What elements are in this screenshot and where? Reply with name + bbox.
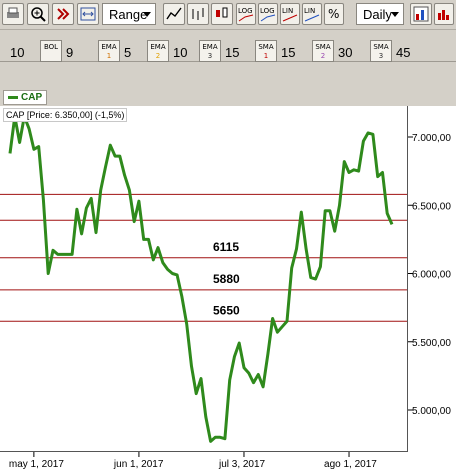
ytick-label-4: 7.000,00 [412,133,451,144]
zoom-value: 10 [10,45,25,60]
period-dropdown[interactable]: Daily [356,3,404,25]
indicator-chart-button[interactable] [410,3,432,25]
indicator-bol-button[interactable]: BOL [40,40,62,62]
indicator-sma2-button[interactable]: SMA 2 [312,40,334,62]
indicator-ema2-button[interactable]: EMA 2 [147,40,169,62]
indicator-sma1-button[interactable]: SMA 1 [255,40,277,62]
svg-text:LIN: LIN [304,7,315,15]
indicator-ema3-value: 15 [225,45,240,60]
svg-text:%: % [328,7,339,21]
xtick-label-2: jul 3, 2017 [218,459,266,470]
indicator-bol-value: 9 [66,45,74,60]
indicator-sma2-value: 30 [338,45,353,60]
fast-forward-button[interactable] [52,3,74,25]
percent-icon: % [328,7,339,21]
xtick-label-3: ago 1, 2017 [324,459,377,470]
print-icon [7,7,19,18]
indicator-ema1-name: EMA [101,43,117,51]
zoom-in-icon [31,7,46,22]
scale-log-alt-button[interactable]: LOG [258,3,278,25]
legend-symbol: CAP [21,92,43,103]
line-chart-button[interactable] [163,3,185,25]
indicator-ema1-value: 5 [124,45,132,60]
lin-scale-icon: LIN [282,7,298,22]
indicator-sma1-name: SMA [258,43,274,51]
svg-text:LOG: LOG [260,7,275,15]
legend-swatch [8,96,18,99]
indicator-panel-icon [413,6,429,22]
chart-area[interactable]: 6115 5880 5650 5.000,00 5.500,00 6.000,00 6.50… [0,106,456,474]
lin-scale-alt-icon: LIN [304,7,320,22]
scale-log-button[interactable]: LOG [236,3,256,25]
period-dropdown-label: Daily [363,6,392,22]
indicator-ema1-button[interactable]: EMA 1 [98,40,120,62]
range-dropdown[interactable]: Range [102,3,156,25]
indicator-sma2-sub: 2 [320,52,326,60]
chevron-down-icon [143,12,151,17]
xtick-label-1: jun 1, 2017 [113,459,164,470]
log-scale-icon: LOG [238,7,254,22]
toolbar-indicators: 10 BOL 9 EMA 1 5 EMA 2 10 EMA 3 15 SMA 1 15 … [0,30,456,62]
series-legend[interactable]: CAP [3,90,48,105]
price-info-label: CAP [Price: 6.350,00] (-1,5%) [3,108,128,122]
candlestick-button[interactable] [211,3,233,25]
indicator-ema3-name: EMA [202,43,218,51]
indicator-ema2-sub: 2 [155,52,161,60]
indicator-sma2-name: SMA [315,43,331,51]
bar-chart-button[interactable] [187,3,209,25]
indicator-ema3-button[interactable]: EMA 3 [199,40,221,62]
indicator-bol-name: BOL [43,43,59,51]
ytick-label-1: 5.500,00 [412,338,451,349]
line-chart-icon [166,7,182,20]
ytick-label-3: 6.500,00 [412,201,451,212]
ytick-label-2: 6.000,00 [412,270,451,281]
indicator-sma3-sub: 3 [378,52,384,60]
range-dropdown-label: Range [109,6,148,22]
histogram-icon [438,10,449,20]
scale-lin-alt-button[interactable]: LIN [302,3,322,25]
indicator-sma1-sub: 1 [263,52,269,60]
indicator-sma3-value: 45 [396,45,411,60]
ytick-label-0: 5.000,00 [412,406,451,417]
log-scale-alt-icon: LOG [260,7,276,22]
double-chevron-right-icon [57,8,70,20]
indicator-ema3-sub: 3 [207,52,213,60]
indicator-ema2-name: EMA [150,43,166,51]
candlestick-icon [216,7,228,18]
scale-lin-button[interactable]: LIN [280,3,300,25]
print-button[interactable] [2,3,24,25]
fit-range-button[interactable] [77,3,99,25]
indicator-sma3-name: SMA [373,43,389,51]
svg-text:LOG: LOG [238,7,253,15]
zoom-in-button[interactable] [27,3,49,25]
percent-scale-button[interactable]: % [324,3,344,25]
indicator-ema1-sub: 1 [106,52,112,60]
histogram-button[interactable] [434,3,454,25]
toolbar-spacer [0,62,456,86]
indicator-sma3-button[interactable]: SMA 3 [370,40,392,62]
chevron-down-icon [391,12,399,17]
svg-text:LIN: LIN [282,7,293,15]
indicator-ema2-value: 10 [173,45,188,60]
plot-frame [0,106,408,452]
fit-arrows-icon [80,7,96,21]
chart-window: Range LOG LOG LIN LIN % Daily 10 BOL 9 E… [0,0,456,474]
indicator-sma1-value: 15 [281,45,296,60]
ohlc-bars-icon [192,8,204,20]
xtick-label-0: may 1, 2017 [9,459,64,470]
toolbar-top: Range LOG LOG LIN LIN % Daily [0,0,456,30]
